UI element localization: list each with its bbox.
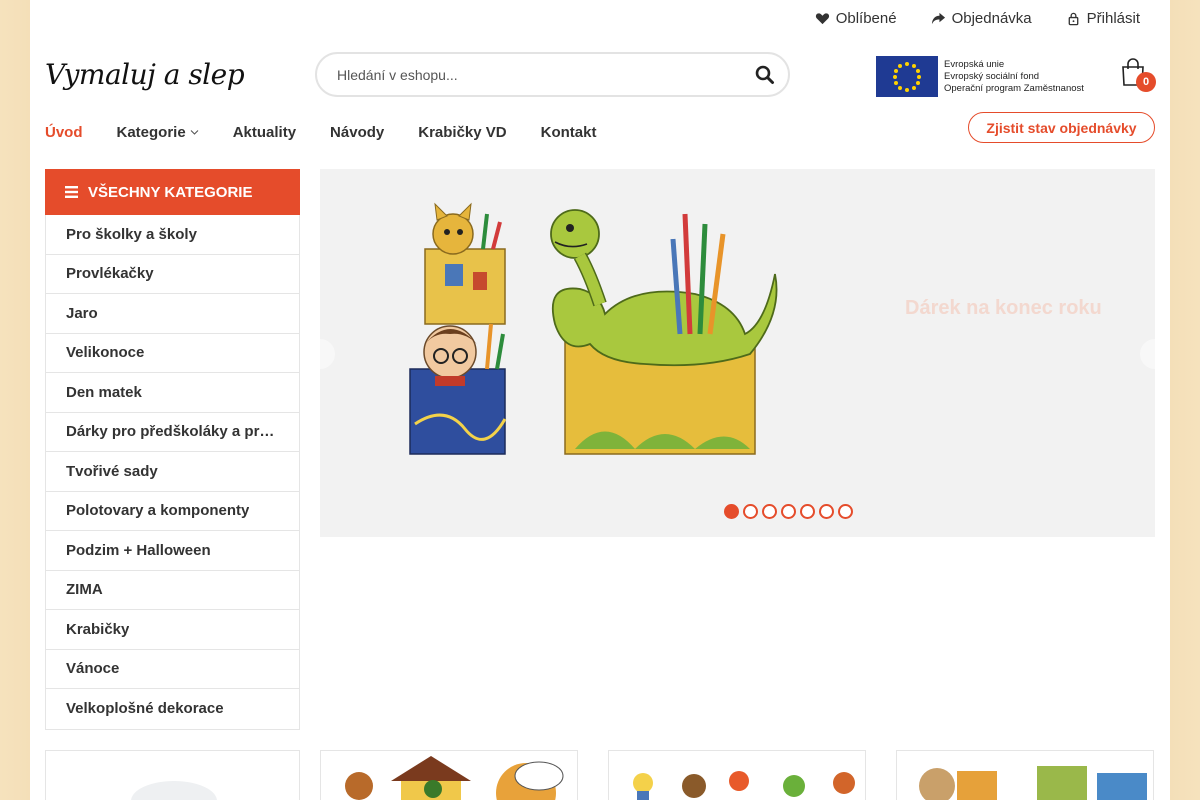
- slider-dot[interactable]: [838, 504, 853, 519]
- eu-text: Evropská unie Evropský sociální fond Ope…: [944, 59, 1084, 95]
- card-image: [919, 766, 1147, 800]
- category-item[interactable]: Provlékačky: [46, 255, 299, 294]
- category-header[interactable]: VŠECHNY KATEGORIE: [45, 169, 300, 215]
- search-input[interactable]: [317, 66, 727, 83]
- promo-image: [131, 781, 217, 800]
- category-item[interactable]: Tvořivé sady: [46, 452, 299, 492]
- nav-label: Návody: [330, 124, 385, 141]
- nav-label: Krabičky VD: [418, 124, 507, 141]
- category-item[interactable]: Pro školky a školy: [46, 215, 299, 255]
- order-label: Objednávka: [951, 10, 1032, 27]
- nav-label: Úvod: [45, 124, 83, 141]
- category-sidebar: VŠECHNY KATEGORIE Pro školky a školy Pro…: [45, 169, 300, 730]
- nav-item-kategorie[interactable]: Kategorie: [117, 124, 199, 141]
- search-box: [315, 52, 790, 97]
- slider-prev-arrow[interactable]: [320, 339, 335, 369]
- category-item[interactable]: Den matek: [46, 373, 299, 413]
- slider-dot[interactable]: [724, 504, 739, 519]
- order-link[interactable]: Objednávka: [931, 10, 1032, 27]
- hero-slider: Dárek na konec roku: [320, 169, 1155, 537]
- category-label: Pro školky a školy: [66, 225, 197, 243]
- main-nav: Úvod Kategorie Aktuality Návody Krabičky…: [45, 124, 596, 141]
- slider-next-arrow[interactable]: [1140, 339, 1155, 369]
- category-item[interactable]: Velkoplošné dekorace: [46, 689, 299, 729]
- category-item[interactable]: Krabičky: [46, 610, 299, 650]
- category-list: Pro školky a školy Provlékačky Jaro Veli…: [45, 215, 300, 730]
- slider-dot[interactable]: [743, 504, 758, 519]
- order-status-button[interactable]: Zjistit stav objednávky: [968, 112, 1155, 143]
- category-item[interactable]: Polotovary a komponenty: [46, 492, 299, 531]
- chevron-down-icon: [190, 130, 199, 135]
- favorites-label: Oblíbené: [835, 10, 897, 27]
- nav-item-krabicky-vd[interactable]: Krabičky VD: [418, 124, 506, 141]
- sidebar-promo-box: [45, 750, 300, 800]
- cart-count-badge: 0: [1136, 72, 1156, 92]
- login-link[interactable]: Přihlásit: [1066, 10, 1140, 27]
- login-label: Přihlásit: [1086, 10, 1140, 27]
- nav-item-aktuality[interactable]: Aktuality: [233, 124, 296, 141]
- site-logo[interactable]: Vymaluj a slep: [45, 58, 245, 91]
- slider-dot[interactable]: [762, 504, 777, 519]
- favorites-link[interactable]: Oblíbené: [815, 10, 897, 27]
- eu-funding-logo: Evropská unie Evropský sociální fond Ope…: [876, 56, 1086, 97]
- heart-icon: [815, 13, 829, 25]
- card-image: [345, 756, 564, 800]
- category-label: ZIMA: [66, 581, 103, 599]
- slider-dot[interactable]: [800, 504, 815, 519]
- nav-label: Kategorie: [116, 124, 186, 141]
- category-header-label: VŠECHNY KATEGORIE: [88, 183, 253, 201]
- search-icon[interactable]: [754, 64, 776, 86]
- slider-dot[interactable]: [819, 504, 834, 519]
- slide-title[interactable]: Dárek na konec roku: [905, 297, 1102, 320]
- nav-label: Aktuality: [232, 124, 297, 141]
- slide-image[interactable]: [405, 194, 785, 459]
- share-arrow-icon: [931, 12, 945, 25]
- category-item[interactable]: Podzim + Halloween: [46, 531, 299, 571]
- category-item[interactable]: Dárky pro předškoláky a prvňáčky: [46, 413, 299, 452]
- category-label: Polotovary a komponenty: [66, 502, 250, 520]
- category-label: Velkoplošné dekorace: [66, 700, 224, 718]
- category-item[interactable]: Jaro: [46, 294, 299, 334]
- nav-label: Kontakt: [540, 124, 597, 141]
- menu-icon: [65, 186, 78, 198]
- slider-pagination: [724, 504, 853, 519]
- category-item[interactable]: ZIMA: [46, 571, 299, 610]
- category-label: Provlékačky: [66, 265, 154, 283]
- nav-item-kontakt[interactable]: Kontakt: [541, 124, 597, 141]
- category-label: Velikonoce: [66, 344, 145, 362]
- top-bar: Oblíbené Objednávka Přihlásit: [815, 10, 1140, 27]
- category-label: Tvořivé sady: [66, 462, 158, 480]
- category-label: Jaro: [66, 304, 98, 322]
- lock-icon: [1068, 12, 1079, 26]
- eu-line-1: Evropská unie: [944, 58, 1005, 70]
- category-item[interactable]: Vánoce: [46, 650, 299, 689]
- promo-card-autumn[interactable]: [320, 750, 578, 800]
- page: Oblíbené Objednávka Přihlásit Vymaluj a …: [30, 0, 1170, 800]
- promo-card-hanging-decor[interactable]: [608, 750, 866, 800]
- category-label: Den matek: [66, 383, 142, 401]
- eu-line-2: Evropský sociální fond: [944, 70, 1040, 82]
- cart-button[interactable]: 0: [1120, 58, 1156, 92]
- eu-line-3: Operační program Zaměstnanost: [944, 82, 1084, 94]
- category-item[interactable]: Velikonoce: [46, 334, 299, 373]
- slider-dot[interactable]: [781, 504, 796, 519]
- category-label: Podzim + Halloween: [66, 541, 211, 559]
- category-label: Dárky pro předškoláky a prvňáčky: [66, 423, 279, 441]
- nav-item-navody[interactable]: Návody: [330, 124, 384, 141]
- category-label: Krabičky: [66, 620, 130, 638]
- category-label: Vánoce: [66, 660, 120, 678]
- nav-item-uvod[interactable]: Úvod: [45, 124, 83, 141]
- card-image: [633, 771, 855, 800]
- eu-flag-icon: [876, 56, 938, 97]
- promo-card-boxes[interactable]: [896, 750, 1154, 800]
